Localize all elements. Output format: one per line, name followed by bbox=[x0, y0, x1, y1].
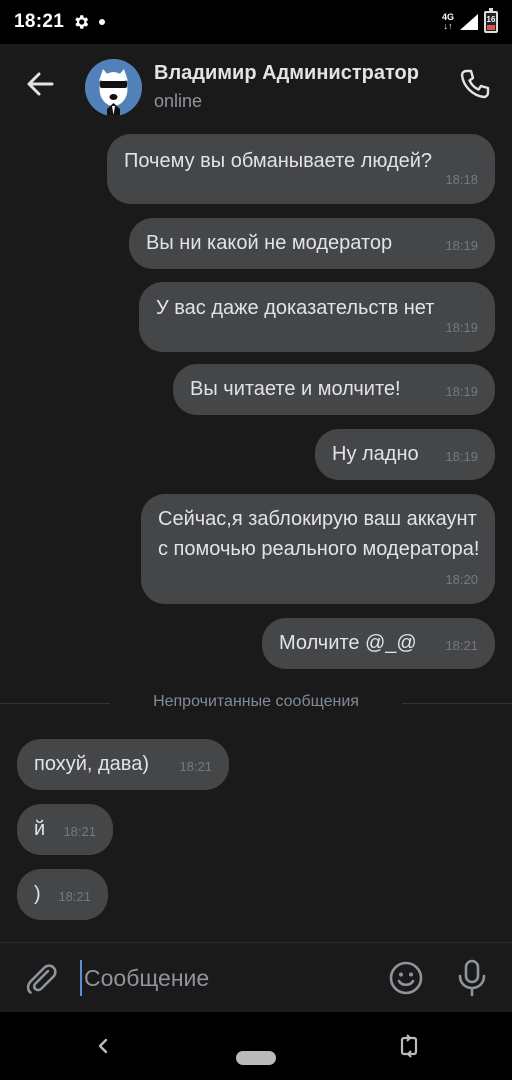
message-text: Вы читаете и молчите! bbox=[190, 378, 401, 400]
battery-level: 16 bbox=[486, 15, 496, 24]
message-text: ) bbox=[34, 883, 41, 905]
message-time: 18:20 bbox=[445, 572, 478, 587]
status-right-group: 4G ↓↑ 16 bbox=[442, 8, 498, 33]
unread-divider: Непрочитанные сообщения bbox=[0, 690, 512, 716]
chat-header: Владимир Администратор online bbox=[0, 44, 512, 124]
nav-home-pill[interactable] bbox=[236, 1051, 276, 1065]
message-text: Вы ни какой не модератор bbox=[146, 232, 393, 254]
message-bubble-outgoing[interactable]: Вы читаете и молчите! 18:19 bbox=[173, 364, 495, 415]
unread-divider-label: Непрочитанные сообщения bbox=[153, 693, 359, 710]
contact-name[interactable]: Владимир Администратор bbox=[154, 62, 419, 85]
system-nav-bar bbox=[0, 1012, 512, 1080]
message-text: похуй, дава) bbox=[34, 753, 149, 775]
data-arrows-icon: ↓↑ bbox=[443, 21, 453, 31]
message-bubble-incoming[interactable]: похуй, дава) 18:21 bbox=[17, 739, 229, 790]
paperclip-icon[interactable] bbox=[22, 959, 60, 997]
message-bubble-outgoing[interactable]: Почему вы обманываете людей? 18:18 bbox=[107, 134, 495, 204]
message-time: 18:21 bbox=[179, 759, 212, 774]
message-time: 18:18 bbox=[445, 172, 478, 187]
message-bubble-outgoing[interactable]: Молчите @_@ 18:21 bbox=[262, 618, 495, 669]
signal-icon bbox=[460, 14, 478, 30]
notification-dot-icon bbox=[99, 19, 106, 25]
battery-fill bbox=[487, 24, 495, 30]
microphone-icon[interactable] bbox=[454, 958, 490, 998]
avatar[interactable] bbox=[85, 59, 142, 116]
phone-icon[interactable] bbox=[457, 66, 493, 102]
rotate-icon[interactable] bbox=[398, 1033, 420, 1059]
contact-status: online bbox=[154, 91, 203, 111]
message-time: 18:19 bbox=[445, 238, 478, 253]
status-time: 18:21 bbox=[14, 11, 65, 32]
message-text: й bbox=[34, 818, 46, 840]
status-bar: 18:21 4G ↓↑ 16 bbox=[0, 0, 512, 44]
message-text: У вас даже доказательств нет bbox=[156, 297, 435, 319]
message-text: Сейчас,я заблокирую ваш аккаунт с помочь… bbox=[158, 508, 480, 560]
message-text: Ну ладно bbox=[332, 443, 419, 465]
nav-back-icon[interactable] bbox=[92, 1034, 114, 1058]
message-bubble-incoming[interactable]: ) 18:21 bbox=[17, 869, 108, 920]
emoji-icon[interactable] bbox=[388, 960, 424, 996]
message-bubble-outgoing[interactable]: Ну ладно 18:19 bbox=[315, 429, 495, 480]
message-bubble-outgoing[interactable]: Вы ни какой не модератор 18:19 bbox=[129, 218, 495, 269]
message-bubble-incoming[interactable]: й 18:21 bbox=[17, 804, 113, 855]
message-time: 18:21 bbox=[445, 638, 478, 653]
message-input[interactable] bbox=[80, 960, 370, 996]
message-text: Молчите @_@ bbox=[279, 632, 417, 654]
avatar-icon bbox=[85, 59, 142, 116]
message-time: 18:19 bbox=[445, 449, 478, 464]
divider-line bbox=[402, 703, 512, 704]
battery-icon: 16 bbox=[484, 8, 498, 33]
message-text: Почему вы обманываете людей? bbox=[124, 150, 433, 172]
network-indicator: 4G ↓↑ bbox=[442, 13, 454, 31]
message-time: 18:19 bbox=[445, 320, 478, 335]
message-time: 18:21 bbox=[58, 889, 91, 904]
message-bubble-outgoing[interactable]: Сейчас,я заблокирую ваш аккаунт с помочь… bbox=[141, 494, 495, 604]
back-arrow-icon[interactable] bbox=[22, 66, 58, 102]
message-bubble-outgoing[interactable]: У вас даже доказательств нет 18:19 bbox=[139, 282, 495, 352]
message-time: 18:19 bbox=[445, 384, 478, 399]
message-composer bbox=[0, 942, 512, 1012]
message-time: 18:21 bbox=[63, 824, 96, 839]
gear-icon bbox=[75, 15, 89, 29]
